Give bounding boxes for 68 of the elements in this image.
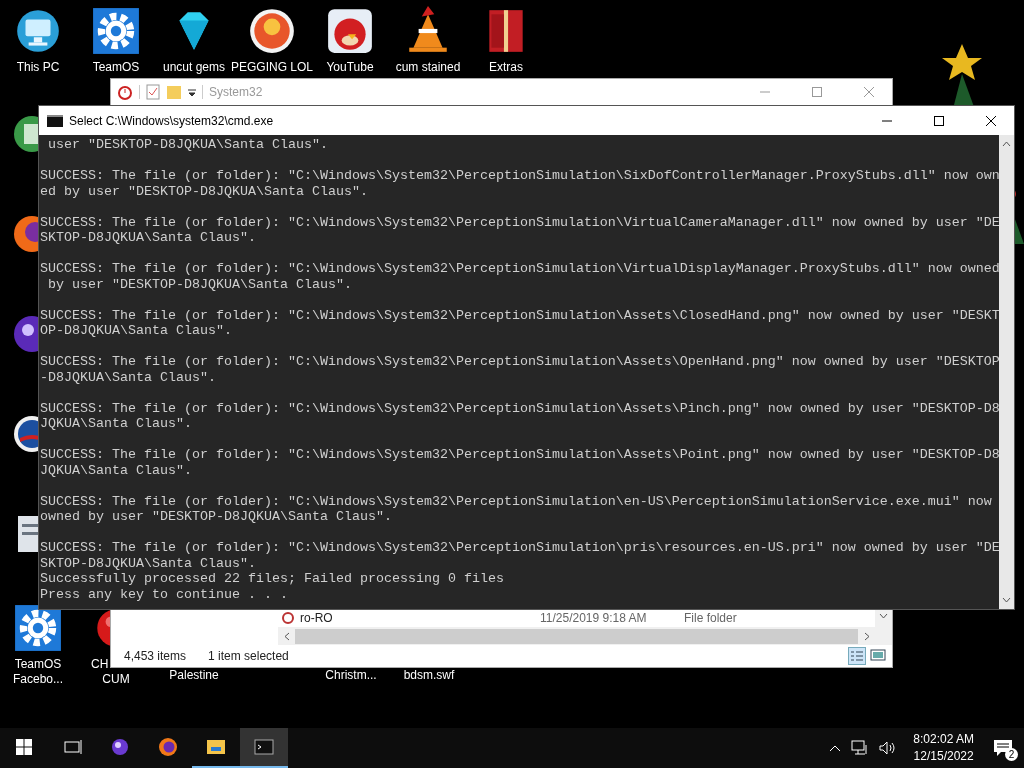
console-line: user "DESKTOP-D8JQKUA\Santa Claus". xyxy=(47,137,328,153)
volume-icon[interactable] xyxy=(879,740,898,756)
icon-label[interactable]: Palestine xyxy=(169,668,219,682)
console-line: SKTOP-D8JQKUA\Santa Claus". xyxy=(40,555,256,571)
console-line: SUCCESS: The file (or folder): "C:\Windows\System32\PerceptionSimulation\SixDofControllerManager.ProxyStubs.dll" now own xyxy=(40,168,999,184)
terminal-icon xyxy=(47,114,63,127)
console-line: ed by user "DESKTOP-D8JQKUA\Santa Claus". xyxy=(40,183,368,199)
task-view-icon xyxy=(62,737,82,757)
maximize-icon xyxy=(934,115,944,126)
orb-icon xyxy=(110,737,130,757)
icon-label[interactable]: uncut gems xyxy=(162,60,225,75)
console-line: SUCCESS: The file (or folder): "C:\Windows\System32\PerceptionSimulation\pris\resources.en-US.pri" now owned by user "DE xyxy=(40,540,999,556)
console-line: JQKUA\Santa Claus". xyxy=(40,462,192,478)
icon-label[interactable]: CUM xyxy=(102,672,130,687)
network-icon[interactable] xyxy=(851,740,870,756)
console-line: -D8JQKUA\Santa Claus". xyxy=(40,369,216,385)
console-line: SUCCESS: The file (or folder): "C:\Windows\System32\PerceptionSimulation\Assets\OpenHand.png" now owned by user "DESKTOP xyxy=(40,354,999,370)
console-line: SUCCESS: The file (or folder): "C:\Windows\System32\PerceptionSimulation\Assets\Pinch.png" now owned by user "DESKTOP-D8 xyxy=(40,400,999,416)
checklist-icon[interactable] xyxy=(146,84,160,100)
icon-label[interactable]: cum stained xyxy=(395,60,461,75)
icon-label[interactable]: bdsm.swf xyxy=(403,668,455,682)
icon-label[interactable]: CH xyxy=(91,657,109,672)
icon-label[interactable]: PEGGING LOL xyxy=(231,60,313,75)
vertical-scrollbar[interactable] xyxy=(875,609,892,645)
console-line: owned by user "DESKTOP-D8JQKUA\Santa Claus". xyxy=(40,509,392,525)
window-title: System32 xyxy=(209,85,264,99)
window-title: Select C:\Windows\system32\cmd.exe xyxy=(69,113,275,128)
selection-count: 1 item selected xyxy=(208,649,289,663)
icon-label[interactable]: Christm... xyxy=(325,668,377,682)
gear-icon xyxy=(13,603,63,653)
console-line: OP-D8JQKUA\Santa Claus". xyxy=(40,323,232,339)
taskbar-button[interactable] xyxy=(240,728,288,768)
console-line: SKTOP-D8JQKUA\Santa Claus". xyxy=(40,230,256,246)
horizontal-scrollbar[interactable] xyxy=(278,627,875,645)
close-icon xyxy=(986,115,996,126)
console-line: SUCCESS: The file (or folder): "C:\Windows\System32\PerceptionSimulation\VirtualCameraManager.dll" now owned by user "DE xyxy=(40,214,999,230)
bird-icon xyxy=(325,6,375,56)
large-icons-view-icon[interactable] xyxy=(870,647,886,663)
console-line: SUCCESS: The file (or folder): "C:\Windows\System32\PerceptionSimulation\en-US\PerceptionSimulationService.exe.mui" now xyxy=(40,493,992,509)
item-count: 4,453 items xyxy=(124,649,187,663)
console-line: Successfully processed 22 files; Failed processing 0 files xyxy=(40,571,504,587)
icon-label[interactable]: This PC xyxy=(16,60,60,75)
windows-logo-icon xyxy=(16,739,32,755)
ball-icon xyxy=(247,6,297,56)
notification-count: 2 xyxy=(1005,748,1018,761)
close-icon xyxy=(864,87,874,97)
caret-icon[interactable] xyxy=(188,87,196,97)
console-line: JQKUA\Santa Claus". xyxy=(40,416,192,432)
maximize-icon xyxy=(812,87,822,97)
console-line: SUCCESS: The file (or folder): "C:\Windows\System32\PerceptionSimulation\Assets\ClosedHand.png" now owned by user "DESKT xyxy=(40,307,999,323)
file-row[interactable]: ro-RO 11/25/2019 9:18 AM File folder xyxy=(278,609,875,627)
orb-icon xyxy=(14,316,38,352)
console-line: by user "DESKTOP-D8JQKUA\Santa Claus". xyxy=(47,276,352,292)
console-line: SUCCESS: The file (or folder): "C:\Windows\System32\PerceptionSimulation\Assets\Point.png" now owned by user "DESKTOP-D8 xyxy=(40,447,999,463)
browser-icon xyxy=(158,737,178,757)
terminal-icon xyxy=(254,737,274,757)
gear-icon xyxy=(91,6,141,56)
stopwatch-icon[interactable] xyxy=(117,84,133,100)
vertical-scrollbar[interactable] xyxy=(999,135,1014,609)
icon-label[interactable]: YouTube xyxy=(326,60,374,75)
icon-label[interactable]: TeamOS xyxy=(92,60,140,75)
clock[interactable]: 8:02:02 AM 12/15/2022 xyxy=(907,731,980,765)
console-line: SUCCESS: The file (or folder): "C:\Windows\System32\PerceptionSimulation\VirtualDisplayManager.ProxyStubs.dll" now owned xyxy=(40,261,999,277)
icon-label[interactable]: Extras xyxy=(489,60,523,75)
icon-label[interactable]: Facebo... xyxy=(13,672,63,687)
chevron-up-icon[interactable] xyxy=(829,744,842,752)
icon-label[interactable]: TeamOS xyxy=(14,657,62,672)
console-line: Press any key to continue . . . xyxy=(40,586,288,602)
